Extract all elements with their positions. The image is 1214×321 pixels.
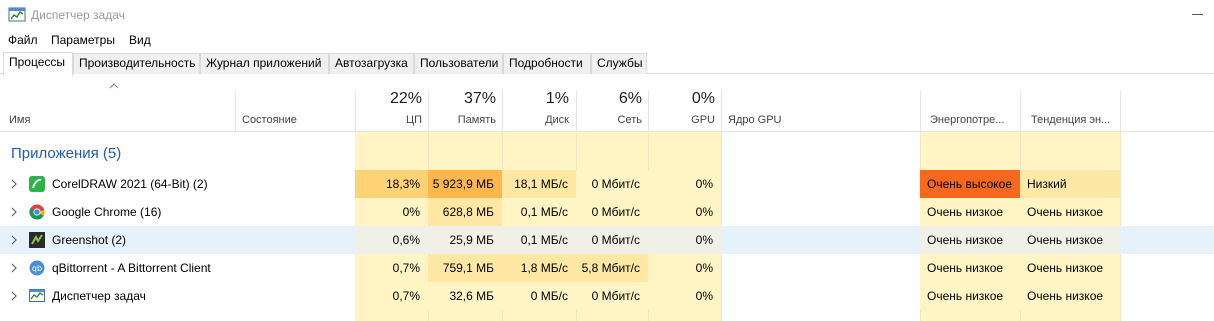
chrome-icon [29,204,45,220]
power-trend-cell: Низкий [1020,170,1120,198]
menu-file[interactable]: Файл [8,33,38,47]
cpu-total: 22% [389,90,422,107]
memory-cell: 32,6 МБ [428,282,502,310]
column-header: Имя Состояние 22% ЦП 37% Память 1% Диск … [0,74,1214,132]
tab-users[interactable]: Пользователи [414,53,503,74]
process-name: qBittorrent - A Bittorrent Client [52,261,211,275]
disk-cell: 0 МБ/с [502,282,576,310]
process-name: CorelDRAW 2021 (64-Bit) (2) [52,177,208,191]
coreldraw-icon [29,176,45,192]
cpu-cell: 0% [355,198,428,226]
cpu-cell: 18,3% [355,170,428,198]
chevron-right-icon[interactable] [10,235,18,245]
disk-total: 1% [545,90,569,107]
power-trend-cell: Очень низкое [1020,282,1120,310]
column-power[interactable]: Энергопотре... [930,114,1004,126]
network-total: 6% [618,90,642,107]
menu-view[interactable]: Вид [129,33,151,47]
table-row[interactable]: Google Chrome (16) 0% 628,8 МБ 0,1 МБ/с … [0,198,1214,226]
network-cell: 0 Мбит/с [576,226,648,254]
power-cell: Очень низкое [920,282,1020,310]
memory-cell: 759,1 МБ [428,254,502,282]
power-cell: Очень высокое [920,170,1020,198]
tab-details[interactable]: Подробности [503,53,591,74]
disk-cell: 0,1 МБ/с [502,226,576,254]
gpu-cell: 0% [648,198,721,226]
power-cell: Очень низкое [920,254,1020,282]
process-name: Google Chrome (16) [52,205,162,219]
title-bar: Диспетчер задач [0,0,1214,30]
group-apps-title[interactable]: Приложения (5) [11,145,121,162]
table-row[interactable]: CorelDRAW 2021 (64-Bit) (2) 18,3% 5 923,… [0,170,1214,198]
qbittorrent-icon: qb [29,260,45,276]
network-cell: 0 Мбит/с [576,282,648,310]
minimize-button[interactable] [1192,14,1203,15]
sort-ascending-icon [109,83,119,89]
chevron-right-icon[interactable] [10,207,18,217]
process-name: Greenshot (2) [52,233,127,247]
column-name[interactable]: Имя [9,114,30,126]
column-status[interactable]: Состояние [242,114,297,126]
disk-cell: 0,1 МБ/с [502,198,576,226]
column-power-trend[interactable]: Тенденция эн... [1031,114,1110,126]
cpu-cell: 0,7% [355,282,428,310]
task-manager-icon [8,7,26,22]
tab-processes[interactable]: Процессы [3,52,73,76]
network-cell: 0 Мбит/с [576,198,648,226]
chevron-right-icon[interactable] [10,179,18,189]
column-memory[interactable]: Память [458,114,496,126]
disk-cell: 18,1 МБ/с [502,170,576,198]
network-cell: 0 Мбит/с [576,170,648,198]
memory-cell: 25,9 МБ [428,226,502,254]
network-cell: 5,8 Мбит/с [576,254,648,282]
tab-startup[interactable]: Автозагрузка [329,53,414,74]
tab-performance[interactable]: Производительность [73,53,200,74]
table-row[interactable]: qb qBittorrent - A Bittorrent Client 0,7… [0,254,1214,282]
chevron-right-icon[interactable] [10,263,18,273]
power-cell: Очень низкое [920,198,1020,226]
memory-cell: 5 923,9 МБ [428,170,502,198]
column-gpu[interactable]: GPU [691,114,715,126]
tab-app-history[interactable]: Журнал приложений [200,53,329,74]
tab-strip: Процессы Производительность Журнал прило… [0,52,1214,76]
svg-text:qb: qb [32,264,42,273]
cpu-cell: 0,6% [355,226,428,254]
table-row[interactable]: Greenshot (2) 0,6% 25,9 МБ 0,1 МБ/с 0 Мб… [0,226,1214,254]
column-network[interactable]: Сеть [618,114,642,126]
disk-cell: 1,8 МБ/с [502,254,576,282]
gpu-cell: 0% [648,226,721,254]
gpu-total: 0% [691,90,715,107]
column-cpu[interactable]: ЦП [406,114,422,126]
cpu-cell: 0,7% [355,254,428,282]
gpu-cell: 0% [648,282,721,310]
chevron-right-icon[interactable] [10,291,18,301]
power-trend-cell: Очень низкое [1020,198,1120,226]
power-trend-cell: Очень низкое [1020,226,1120,254]
memory-total: 37% [463,90,496,107]
process-table: Приложения (5) CorelDRAW 2021 (64-Bit) (… [0,132,1214,321]
process-name: Диспетчер задач [52,289,146,303]
task-manager-icon [29,289,45,302]
power-trend-cell: Очень низкое [1020,254,1120,282]
memory-cell: 628,8 МБ [428,198,502,226]
tab-services[interactable]: Службы [591,53,647,74]
power-cell: Очень низкое [920,226,1020,254]
window-title: Диспетчер задач [31,8,125,22]
table-row[interactable]: Диспетчер задач 0,7% 32,6 МБ 0 МБ/с 0 Мб… [0,282,1214,310]
greenshot-icon [29,232,45,248]
column-disk[interactable]: Диск [545,114,569,126]
menu-bar: Файл Параметры Вид [0,30,1214,50]
gpu-cell: 0% [648,254,721,282]
menu-options[interactable]: Параметры [51,33,115,47]
column-gpu-engine[interactable]: Ядро GPU [728,114,782,126]
gpu-cell: 0% [648,170,721,198]
